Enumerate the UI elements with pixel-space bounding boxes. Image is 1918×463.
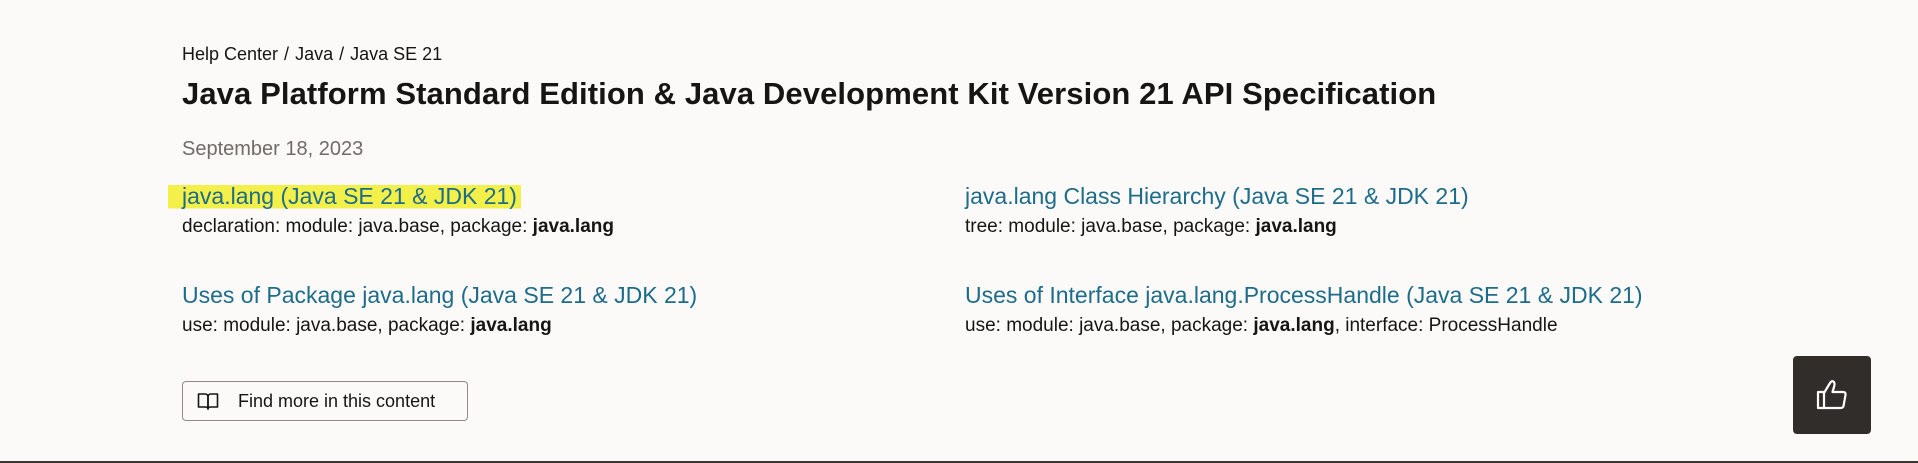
breadcrumb-separator: / [339,44,345,64]
breadcrumb-item-java[interactable]: Java [295,44,333,64]
breadcrumb-item-help-center[interactable]: Help Center [182,44,278,64]
result-package-name: java.lang [1255,216,1337,237]
result-description: use: module: java.base, package: java.la… [182,314,697,338]
result-description: use: module: java.base, package: java.la… [965,314,1643,338]
result-link[interactable]: java.lang (Java SE 21 & JDK 21) [168,181,521,211]
publish-date: September 18, 2023 [182,138,364,160]
thumbs-up-icon [1814,377,1850,413]
result-package-name: java.lang [532,216,614,237]
result-description-text: declaration: module: java.base, package: [182,216,533,237]
result-description-text: tree: module: java.base, package: [965,216,1256,237]
breadcrumb-separator: / [284,44,290,64]
breadcrumb-item-java-se-21[interactable]: Java SE 21 [350,44,442,64]
book-open-icon [197,391,219,411]
breadcrumb: Help Center / Java / Java SE 21 [182,44,442,65]
result-description-suffix: , interface: ProcessHandle [1334,315,1558,336]
result-item: Uses of Interface java.lang.ProcessHandl… [965,280,1643,338]
result-link[interactable]: Uses of Interface java.lang.ProcessHandl… [965,280,1643,310]
result-description-text: use: module: java.base, package: [965,315,1254,336]
result-link[interactable]: Uses of Package java.lang (Java SE 21 & … [182,280,697,310]
find-more-button[interactable]: Find more in this content [182,381,468,421]
result-package-name: java.lang [470,315,552,336]
result-link[interactable]: java.lang Class Hierarchy (Java SE 21 & … [965,181,1469,211]
find-more-label: Find more in this content [238,390,436,411]
result-item: java.lang Class Hierarchy (Java SE 21 & … [965,181,1469,239]
feedback-button[interactable] [1793,356,1871,434]
result-item: java.lang (Java SE 21 & JDK 21) declarat… [168,181,614,239]
result-package-name: java.lang [1253,315,1335,336]
page-title: Java Platform Standard Edition & Java De… [182,76,1437,111]
result-description-text: use: module: java.base, package: [182,315,471,336]
result-description: tree: module: java.base, package: java.l… [965,215,1469,239]
result-description: declaration: module: java.base, package:… [182,215,614,239]
result-item: Uses of Package java.lang (Java SE 21 & … [182,280,697,338]
